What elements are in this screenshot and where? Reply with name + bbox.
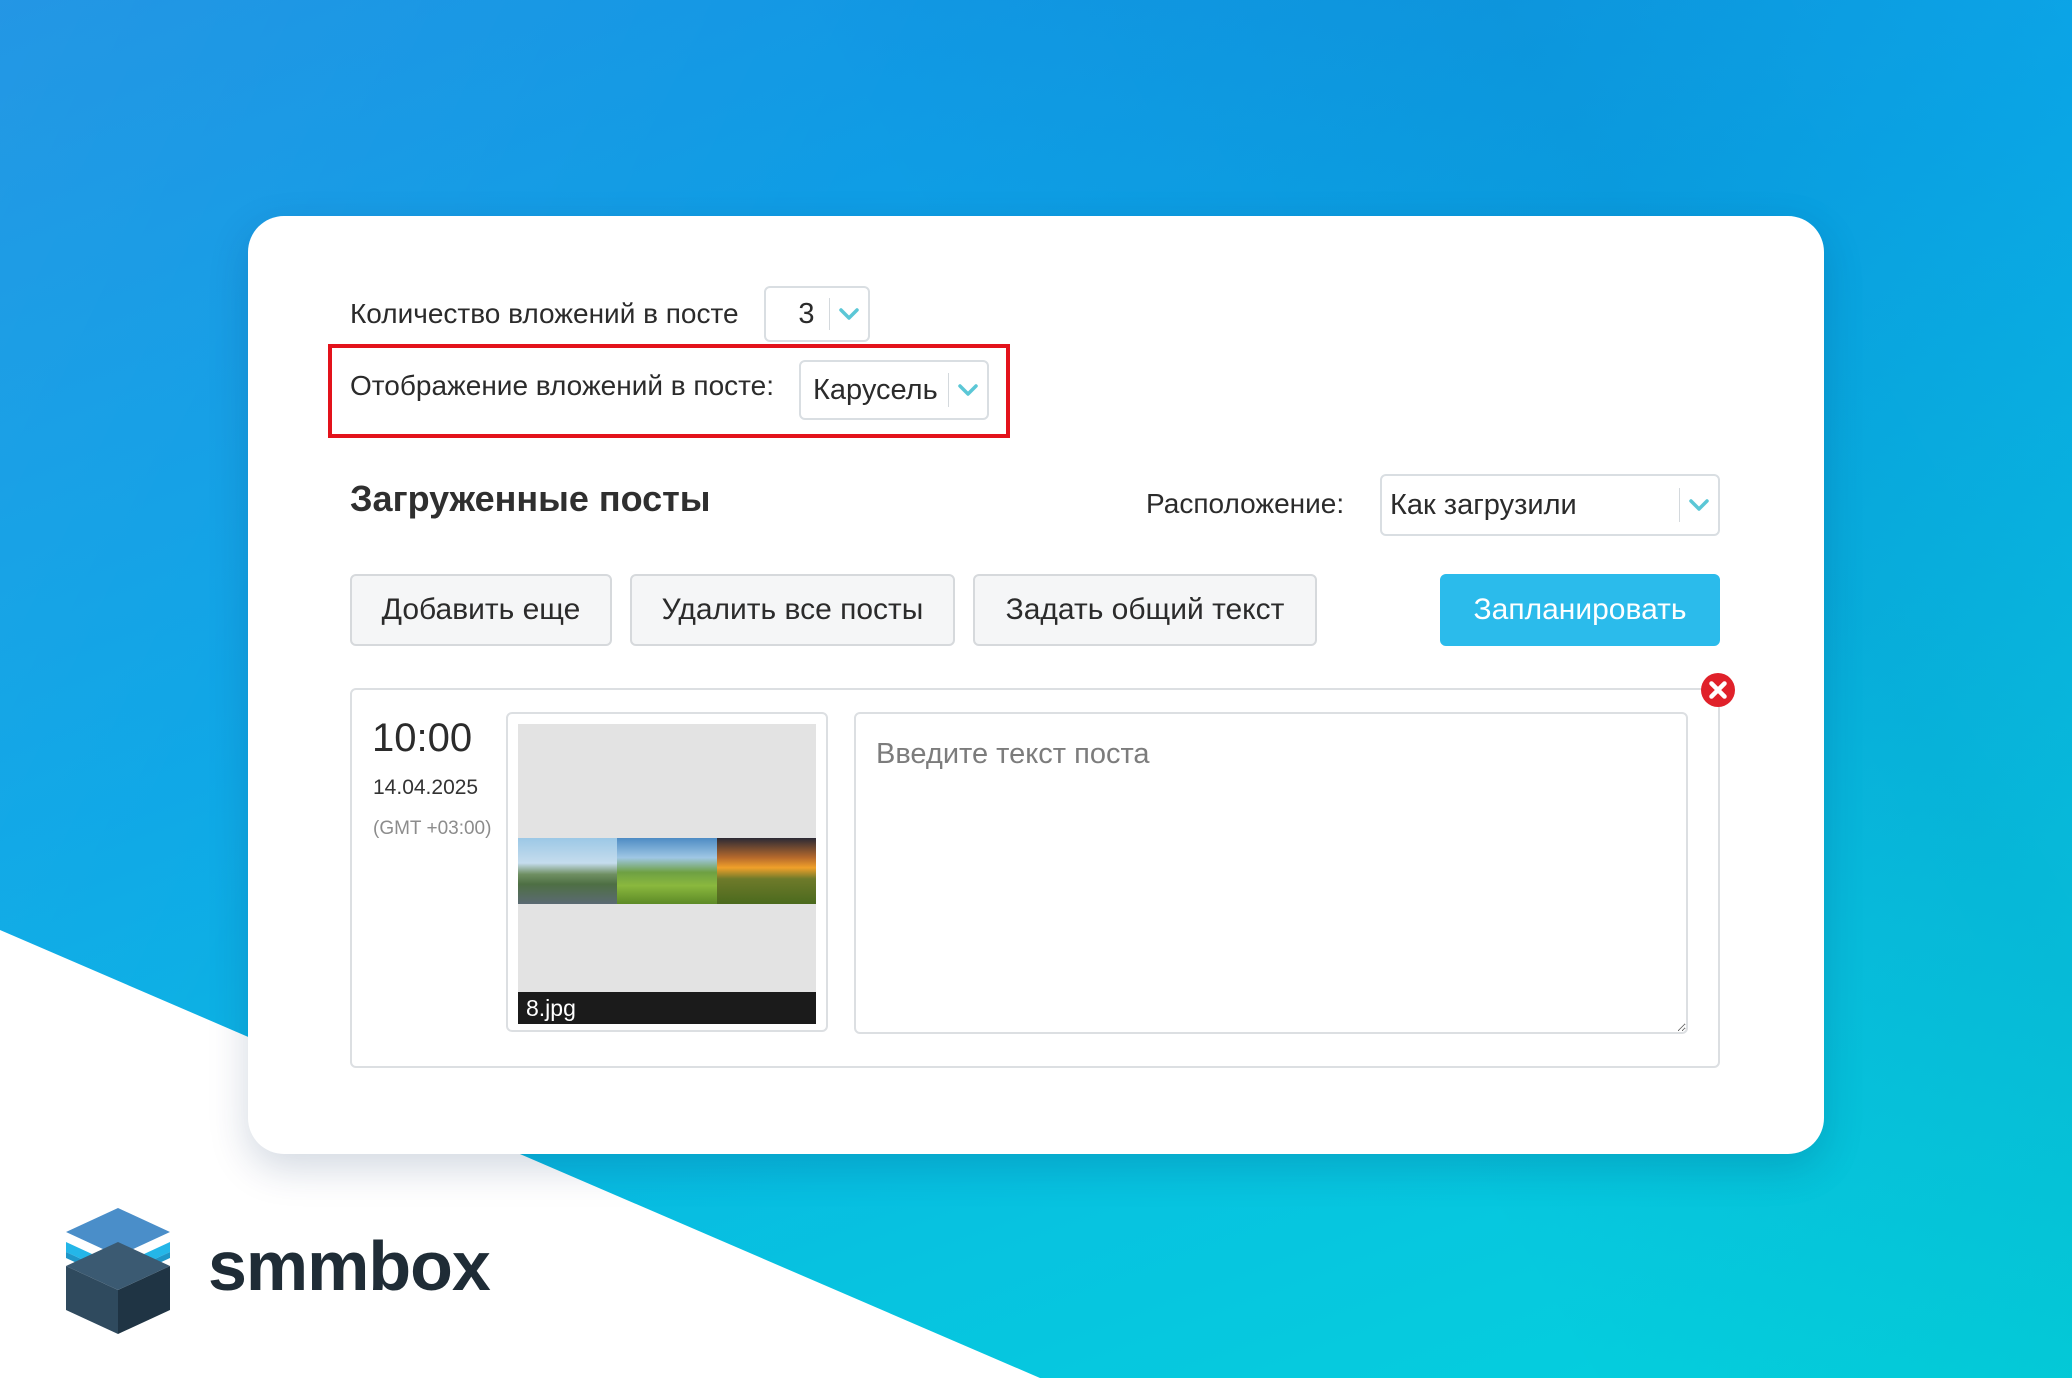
attachments-count-select[interactable]: 3 (764, 286, 870, 342)
schedule-button[interactable]: Запланировать (1440, 574, 1720, 646)
attachment-file-name: 8.jpg (518, 992, 816, 1024)
close-icon[interactable] (1700, 672, 1736, 708)
carousel-image (617, 838, 717, 904)
order-label: Расположение: (1146, 488, 1345, 519)
post-text-input[interactable] (854, 712, 1688, 1034)
post-date[interactable]: 14.04.2025 (373, 776, 478, 800)
attachments-display-label: Отображение вложений в посте: (350, 370, 775, 401)
page-title: Загруженные посты (350, 478, 711, 519)
order-select[interactable]: Как загрузили (1380, 474, 1720, 536)
post-time[interactable]: 10:00 (372, 716, 472, 761)
attachments-count-label: Количество вложений в посте (350, 298, 739, 329)
carousel-image (518, 838, 618, 904)
attachments-display-select[interactable]: Карусель (799, 360, 989, 420)
attachment-preview[interactable]: 8.jpg (506, 712, 828, 1032)
add-more-button[interactable]: Добавить еще (350, 574, 612, 646)
chevron-down-icon (949, 383, 987, 397)
post-timezone: (GMT +03:00) (373, 818, 492, 839)
carousel-preview: 8.jpg (518, 724, 816, 1024)
set-common-text-button[interactable]: Задать общий текст (973, 574, 1317, 646)
order-value: Как загрузили (1390, 488, 1577, 521)
attachments-display-value: Карусель (813, 373, 938, 406)
delete-all-posts-button[interactable]: Удалить все посты (630, 574, 955, 646)
attachments-count-value: 3 (798, 297, 815, 330)
stacked-box-logo (66, 1208, 170, 1334)
carousel-images (518, 838, 816, 904)
brand-name: smmbox (208, 1227, 491, 1305)
carousel-image (716, 838, 816, 904)
chevron-down-icon (1680, 498, 1718, 512)
chevron-down-icon (830, 307, 868, 321)
